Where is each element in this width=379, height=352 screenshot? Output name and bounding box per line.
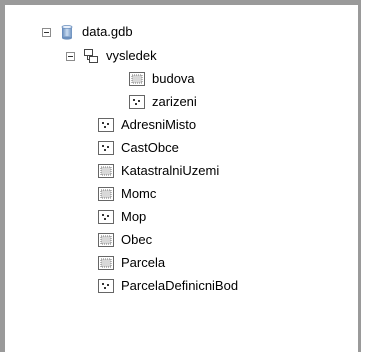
polygon-feature-class-icon (98, 163, 114, 179)
tree-node-feature-class[interactable]: AdresniMisto (98, 115, 197, 135)
tree-node-feature-class[interactable]: ParcelaDefinicniBod (98, 276, 239, 296)
tree-node-label: AdresniMisto (121, 117, 197, 132)
tree-node-feature-class[interactable]: budova (129, 69, 196, 89)
panel-margin-right (361, 0, 379, 352)
tree-node-label: KatastralniUzemi (121, 163, 220, 178)
point-feature-class-icon (98, 209, 114, 225)
tree-node-label: Momc (121, 186, 157, 201)
tree-node-label: ParcelaDefinicniBod (121, 278, 239, 293)
tree-node-feature-class[interactable]: Parcela (98, 253, 166, 273)
collapse-toggle-icon[interactable] (66, 51, 75, 61)
tree-node-feature-class[interactable]: Mop (98, 207, 147, 227)
panel-border-left (0, 0, 5, 352)
polygon-feature-class-icon (98, 186, 114, 202)
panel-border-top (0, 0, 379, 5)
polygon-feature-class-icon (98, 255, 114, 271)
tree-node-label: data.gdb (82, 24, 133, 39)
polygon-feature-class-icon (129, 71, 145, 87)
tree-node-feature-class[interactable]: KatastralniUzemi (98, 161, 220, 181)
tree-node-label: budova (152, 71, 195, 86)
tree-node-label: vysledek (106, 48, 157, 63)
tree-node-label: Parcela (121, 255, 166, 270)
tree-node-label: CastObce (121, 140, 179, 155)
tree-node-feature-class[interactable]: Obec (98, 230, 153, 250)
tree-node-feature-class[interactable]: CastObce (98, 138, 180, 158)
feature-dataset-icon (83, 48, 99, 64)
tree-node-feature-class[interactable]: zarizeni (129, 92, 198, 112)
tree-node-dataset[interactable]: vysledek (66, 46, 158, 66)
catalog-tree-panel: data.gdb vysledek budova zarizeni Adresn… (0, 0, 379, 352)
tree-node-root[interactable]: data.gdb (42, 22, 134, 42)
point-feature-class-icon (98, 278, 114, 294)
polygon-feature-class-icon (98, 232, 114, 248)
geodatabase-icon (59, 24, 75, 40)
tree-node-label: Mop (121, 209, 147, 224)
point-feature-class-icon (129, 94, 145, 110)
collapse-toggle-icon[interactable] (42, 27, 51, 37)
point-feature-class-icon (98, 140, 114, 156)
point-feature-class-icon (98, 117, 114, 133)
tree-node-feature-class[interactable]: Momc (98, 184, 157, 204)
tree-node-label: zarizeni (152, 94, 197, 109)
tree-node-label: Obec (121, 232, 153, 247)
